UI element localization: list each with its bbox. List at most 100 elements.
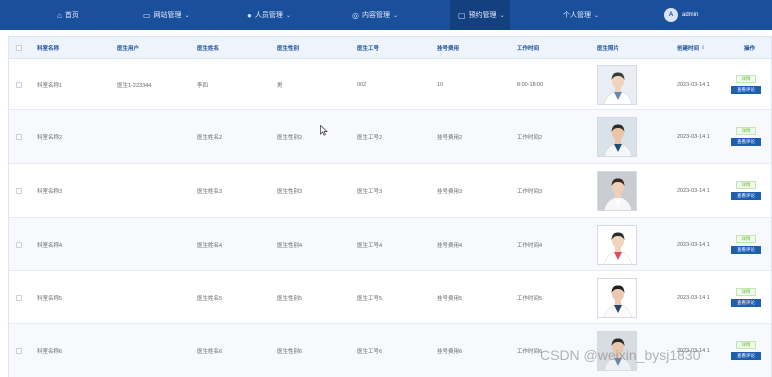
cell-dept: 科室名称1	[37, 82, 63, 89]
column-header-created[interactable]: 创建时间 ⇕	[677, 37, 705, 59]
watermark: CSDN @weixin_bysj1830	[540, 347, 701, 363]
cell-created: 2023-03-14 1	[677, 241, 710, 248]
column-header: 科室名称	[37, 46, 60, 52]
cell-fee: 挂号费用4	[437, 242, 463, 249]
row-actions: 详情 查看评论	[731, 341, 761, 360]
monitor-icon: ▭	[143, 10, 151, 20]
username: admin	[682, 12, 699, 18]
sort-icon[interactable]: ⇕	[701, 45, 705, 51]
nav-label: 首页	[64, 12, 79, 19]
select-all-checkbox[interactable]	[16, 45, 22, 51]
cell-fee: 挂号费用5	[437, 295, 463, 302]
chevron-down-icon: ⌄	[184, 12, 190, 19]
view-comments-button[interactable]: 查看评论	[731, 85, 761, 94]
cell-time: 工作时间4	[517, 242, 543, 249]
column-header: 医生照片	[597, 46, 620, 52]
cell-time: 工作时间3	[517, 189, 543, 195]
view-comments-button[interactable]: 查看评论	[731, 245, 761, 254]
chevron-down-icon: ⌄	[594, 12, 600, 19]
doctor-photo	[597, 277, 637, 318]
cell-name: 医生姓名4	[197, 242, 223, 249]
calendar-icon: ▢	[458, 10, 466, 20]
cell-dept: 科室名称5	[37, 295, 63, 302]
cell-name: 李四	[197, 82, 209, 89]
nav-label: 网站管理	[153, 12, 182, 19]
cell-gender: 医生性别3	[277, 189, 303, 195]
row-checkbox[interactable]	[16, 294, 22, 301]
doctor-photo	[597, 224, 637, 265]
nav-label: 个人管理	[563, 12, 591, 19]
column-header-label: 创建时间	[677, 46, 700, 52]
nav-item-home[interactable]: ⌂ 首页	[57, 0, 79, 30]
table-row: 科室名称3 医生姓名3 医生性别3 医生工号3 挂号费用3 工作时间3 2023-03-14…	[9, 164, 771, 218]
cell-fee: 挂号费用6	[437, 349, 463, 355]
cell-fee: 挂号费用2	[437, 135, 463, 141]
table-row: 科室名称4 医生姓名4 医生性别4 医生工号4 挂号费用4 工作时间4 2023-03-14…	[9, 218, 771, 271]
user-menu[interactable]: A admin	[664, 7, 698, 23]
chevron-down-icon: ⌄	[499, 12, 505, 19]
cell-fee: 10	[437, 81, 444, 88]
nav-label: 内容管理	[361, 12, 390, 19]
nav-item-personal[interactable]: 个人管理 ⌄	[563, 0, 599, 30]
row-checkbox[interactable]	[16, 134, 22, 140]
detail-button[interactable]: 详情	[736, 234, 756, 243]
cell-fee: 挂号费用3	[437, 189, 463, 195]
doctor-photo	[597, 117, 637, 157]
avatar: A	[664, 8, 678, 22]
row-checkbox[interactable]	[16, 241, 22, 248]
cell-gender: 男	[277, 82, 283, 89]
detail-button[interactable]: 详情	[736, 287, 756, 296]
row-actions: 详情 查看评论	[731, 234, 761, 254]
detail-button[interactable]: 详情	[736, 127, 756, 135]
cell-time: 8:00-18:00	[517, 81, 544, 88]
cell-time: 工作时间6	[517, 349, 543, 355]
cell-no: 医生工号2	[357, 135, 383, 141]
message-icon: ◎	[352, 10, 359, 20]
cell-name: 医生姓名6	[197, 349, 223, 355]
cell-dept: 科室名称3	[37, 189, 63, 195]
cell-created: 2023-03-14 1	[677, 188, 710, 194]
view-comments-button[interactable]: 查看评论	[731, 298, 761, 307]
cell-name: 医生姓名2	[197, 135, 223, 141]
row-checkbox[interactable]	[16, 81, 22, 88]
column-header: 医生工号	[357, 46, 380, 52]
column-header: 工作时间	[517, 46, 540, 52]
nav-item-appointment[interactable]: ▢ 预约管理 ⌄	[450, 0, 510, 30]
cell-name: 医生姓名3	[197, 189, 223, 195]
nav-item-staff[interactable]: ● 人员管理 ⌄	[247, 0, 291, 30]
cell-created: 2023-03-14 1	[677, 134, 710, 140]
row-checkbox[interactable]	[16, 188, 22, 194]
cell-dept: 科室名称2	[37, 135, 63, 141]
row-checkbox[interactable]	[16, 348, 22, 354]
view-comments-button[interactable]: 查看评论	[731, 138, 761, 146]
detail-button[interactable]: 详情	[736, 74, 756, 83]
cell-gender: 医生性别2	[277, 135, 303, 141]
cell-time: 工作时间2	[517, 135, 543, 141]
cell-no: 医生工号4	[357, 242, 383, 249]
detail-button[interactable]: 详情	[736, 181, 756, 189]
view-comments-button[interactable]: 查看评论	[731, 192, 761, 200]
nav-item-content[interactable]: ◎ 内容管理 ⌄	[352, 0, 398, 30]
doctor-photo	[597, 171, 637, 211]
column-header: 医生性别	[277, 46, 300, 52]
doctor-table: 科室名称 医生用户 医生姓名 医生性别 医生工号 挂号费用 工作时间 医生照片 …	[8, 36, 772, 377]
cell-no: 医生工号5	[357, 295, 383, 302]
nav-item-site[interactable]: ▭ 网站管理 ⌄	[143, 0, 190, 30]
cell-no: 医生工号3	[357, 189, 383, 195]
view-comments-button[interactable]: 查看评论	[731, 352, 761, 360]
cell-user: 医生1-223344	[117, 82, 152, 89]
cell-no: 002	[357, 81, 367, 88]
cell-gender: 医生性别6	[277, 349, 303, 355]
nav-label: 预约管理	[468, 12, 497, 19]
table-row: 科室名称5 医生姓名5 医生性别5 医生工号5 挂号费用5 工作时间5 2023-03-14…	[9, 271, 771, 324]
doctor-photo	[597, 64, 637, 105]
column-header: 操作	[744, 46, 756, 52]
row-actions: 详情 查看评论	[731, 127, 761, 146]
row-actions: 详情 查看评论	[731, 74, 761, 94]
cell-name: 医生姓名5	[197, 295, 223, 302]
cell-gender: 医生性别5	[277, 295, 303, 302]
detail-button[interactable]: 详情	[736, 341, 756, 349]
cell-time: 工作时间5	[517, 295, 543, 302]
cell-gender: 医生性别4	[277, 242, 303, 249]
row-actions: 详情 查看评论	[731, 181, 761, 200]
